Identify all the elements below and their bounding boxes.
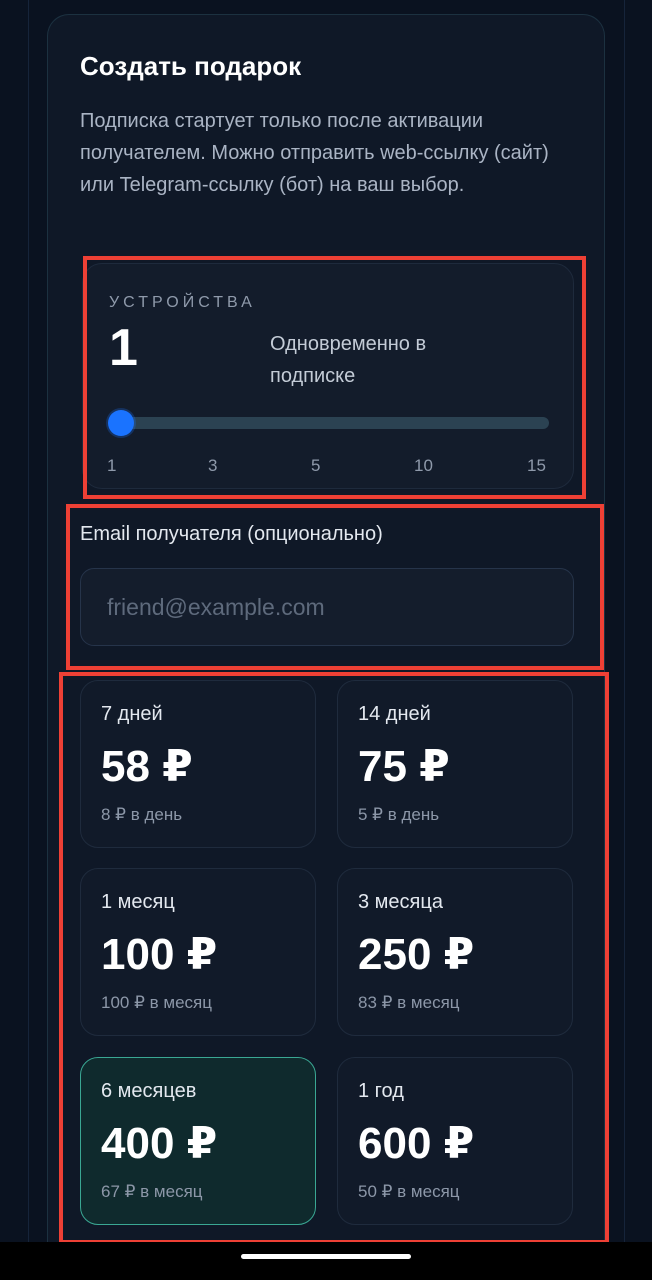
plan-period: 7 дней: [101, 703, 163, 725]
plan-rate: 67 ₽ в месяц: [101, 1182, 203, 1201]
email-label: Email получателя (опционально): [80, 523, 383, 545]
slider-tick: 3: [208, 456, 218, 475]
plan-card[interactable]: 1 месяц 100 ₽ 100 ₽ в месяц: [80, 868, 316, 1036]
plan-price: 400 ₽: [101, 1119, 218, 1168]
devices-slider-thumb[interactable]: [108, 410, 134, 436]
home-indicator[interactable]: [241, 1254, 411, 1259]
plan-card[interactable]: 14 дней 75 ₽ 5 ₽ в день: [337, 680, 573, 848]
plan-period: 1 год: [358, 1080, 404, 1102]
plan-rate: 8 ₽ в день: [101, 805, 183, 824]
plan-period: 14 дней: [358, 703, 431, 725]
devices-note: Одновременно в подписке: [270, 333, 427, 387]
devices-count: 1: [109, 319, 138, 377]
plan-card[interactable]: 1 год 600 ₽ 50 ₽ в месяц: [337, 1057, 573, 1225]
system-nav-bar: [0, 1242, 652, 1280]
plan-price: 250 ₽: [358, 930, 475, 979]
slider-tick: 10: [414, 456, 433, 475]
plan-price: 58 ₽: [101, 742, 193, 791]
create-gift-card: Создать подарок Подписка стартует только…: [47, 14, 605, 1280]
background-line: [28, 0, 29, 1280]
slider-tick: 5: [311, 456, 321, 475]
gift-description: Подписка стартует только после активации…: [80, 110, 549, 196]
plan-price: 600 ₽: [358, 1119, 475, 1168]
slider-tick: 15: [527, 456, 546, 475]
plan-rate: 100 ₽ в месяц: [101, 993, 212, 1012]
devices-selector: УСТРОЙСТВА 1 Одновременно в подписке 1 3…: [82, 263, 574, 489]
plan-price: 100 ₽: [101, 930, 218, 979]
background-line: [624, 0, 625, 1280]
plan-price: 75 ₽: [358, 742, 450, 791]
plan-period: 1 месяц: [101, 891, 175, 913]
plan-rate: 83 ₽ в месяц: [358, 993, 460, 1012]
plan-card[interactable]: 7 дней 58 ₽ 8 ₽ в день: [80, 680, 316, 848]
page-title: Создать подарок: [80, 51, 302, 81]
plan-card-selected[interactable]: 6 месяцев 400 ₽ 67 ₽ в месяц: [80, 1057, 316, 1225]
devices-slider-track[interactable]: [111, 417, 549, 429]
devices-label: УСТРОЙСТВА: [109, 294, 256, 311]
plan-rate: 50 ₽ в месяц: [358, 1182, 460, 1201]
plan-rate: 5 ₽ в день: [358, 805, 440, 824]
slider-tick: 1: [107, 456, 117, 475]
plan-period: 3 месяца: [358, 891, 443, 913]
plan-period: 6 месяцев: [101, 1080, 197, 1102]
plan-card[interactable]: 3 месяца 250 ₽ 83 ₽ в месяц: [337, 868, 573, 1036]
email-input[interactable]: [80, 568, 574, 646]
